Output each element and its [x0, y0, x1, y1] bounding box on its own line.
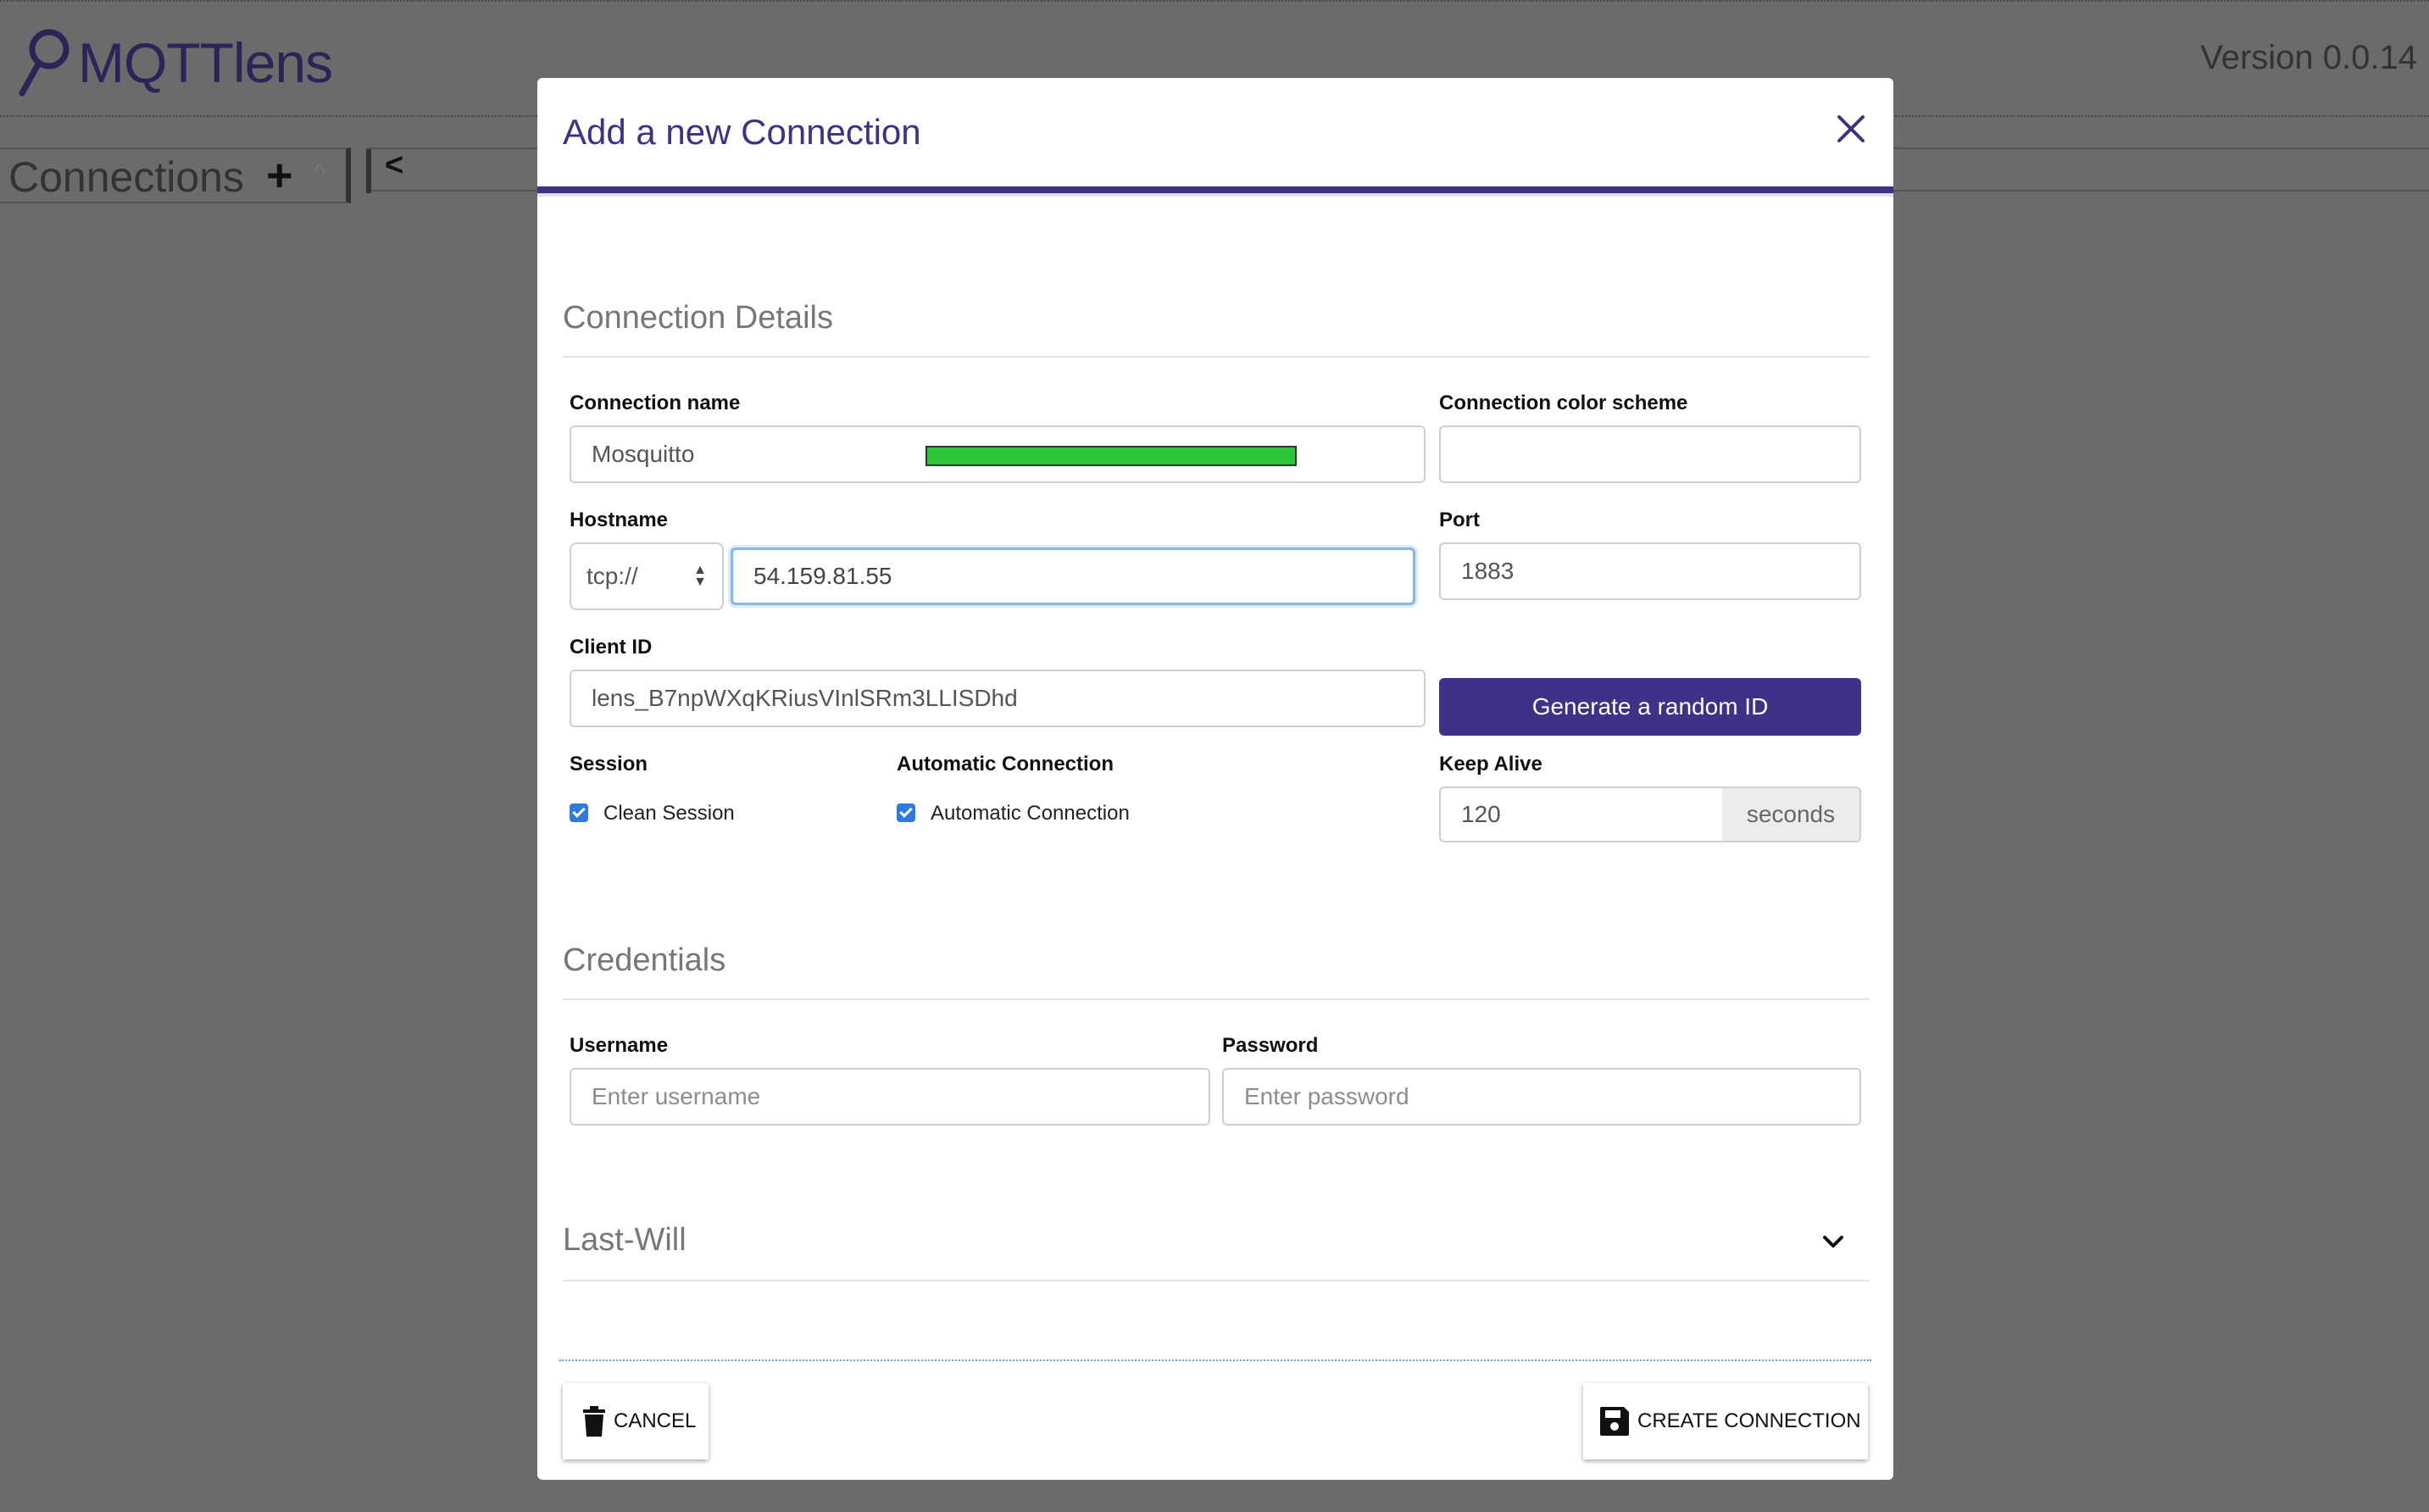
automatic-connection-checkbox[interactable] — [897, 803, 915, 822]
expand-chevron-icon[interactable] — [1820, 1229, 1846, 1254]
dialog-title: Add a new Connection — [563, 112, 921, 152]
connection-name-value: Mosquitto — [592, 441, 695, 467]
app-name: MQTTlens — [78, 31, 333, 94]
dialog-header: Add a new Connection — [537, 78, 1893, 197]
protocol-select[interactable]: tcp:// ▲ ▼ — [570, 542, 724, 610]
password-placeholder: Enter password — [1244, 1083, 1409, 1109]
close-icon — [1837, 115, 1865, 142]
protocol-value: tcp:// — [586, 563, 638, 589]
username-placeholder: Enter username — [592, 1083, 761, 1109]
sidebar-toggle-icon[interactable]: < — [385, 147, 403, 184]
connections-panel-header: Connections + ^ — [0, 147, 351, 203]
session-label: Session — [570, 753, 648, 775]
add-connection-button[interactable]: + — [266, 149, 293, 202]
client-id-input[interactable]: lens_B7npWXqKRiusVInlSRm3LLISDhd — [570, 670, 1426, 727]
client-id-label: Client ID — [570, 636, 653, 659]
password-input[interactable]: Enter password — [1222, 1068, 1861, 1126]
section-divider — [563, 1280, 1870, 1281]
automatic-connection-heading: Automatic Connection — [897, 753, 1114, 775]
keep-alive-input[interactable]: 120 — [1439, 787, 1724, 842]
color-swatch — [925, 446, 1297, 466]
keep-alive-value: 120 — [1461, 801, 1501, 827]
section-divider — [563, 998, 1870, 1000]
app-logo: MQTTlens — [15, 27, 333, 98]
hostname-input[interactable]: 54.159.81.55 — [731, 548, 1415, 605]
connection-details-heading: Connection Details — [563, 300, 833, 336]
connections-title: Connections — [8, 153, 244, 201]
username-input[interactable]: Enter username — [570, 1068, 1210, 1126]
hostname-value: 54.159.81.55 — [753, 563, 892, 589]
color-scheme-label: Connection color scheme — [1439, 392, 1688, 414]
create-connection-button[interactable]: CREATE CONNECTION — [1583, 1383, 1868, 1459]
credentials-heading: Credentials — [563, 942, 726, 978]
last-will-heading[interactable]: Last-Will — [563, 1222, 686, 1259]
create-connection-label: CREATE CONNECTION — [1637, 1409, 1861, 1432]
clean-session-label: Clean Session — [603, 802, 735, 825]
cancel-label: CANCEL — [614, 1409, 697, 1432]
save-icon — [1600, 1407, 1629, 1436]
select-arrows-icon: ▲ ▼ — [693, 563, 707, 589]
magnifier-icon — [19, 29, 69, 97]
add-connection-dialog: Add a new Connection Connection Details … — [537, 78, 1893, 1480]
collapse-icon[interactable]: ^ — [314, 159, 325, 188]
username-label: Username — [570, 1034, 669, 1057]
close-button[interactable] — [1826, 103, 1876, 154]
password-label: Password — [1222, 1034, 1319, 1057]
footer-divider — [559, 1359, 1871, 1361]
connection-name-label: Connection name — [570, 392, 741, 414]
port-input[interactable]: 1883 — [1439, 542, 1861, 600]
trash-icon — [583, 1406, 605, 1437]
client-id-value: lens_B7npWXqKRiusVInlSRm3LLISDhd — [592, 685, 1018, 711]
section-divider — [563, 356, 1870, 358]
keep-alive-label: Keep Alive — [1439, 753, 1542, 775]
clean-session-checkbox[interactable] — [570, 803, 588, 822]
port-value: 1883 — [1461, 558, 1515, 584]
resize-handle[interactable] — [366, 149, 371, 193]
automatic-connection-label: Automatic Connection — [931, 802, 1130, 825]
keep-alive-unit: seconds — [1722, 787, 1861, 842]
hostname-label: Hostname — [570, 509, 669, 531]
cancel-button[interactable]: CANCEL — [563, 1383, 709, 1459]
port-label: Port — [1439, 509, 1480, 531]
app-version: Version 0.0.14 — [2200, 39, 2417, 76]
color-scheme-picker[interactable] — [1439, 425, 1861, 483]
generate-random-id-button[interactable]: Generate a random ID — [1439, 678, 1861, 736]
